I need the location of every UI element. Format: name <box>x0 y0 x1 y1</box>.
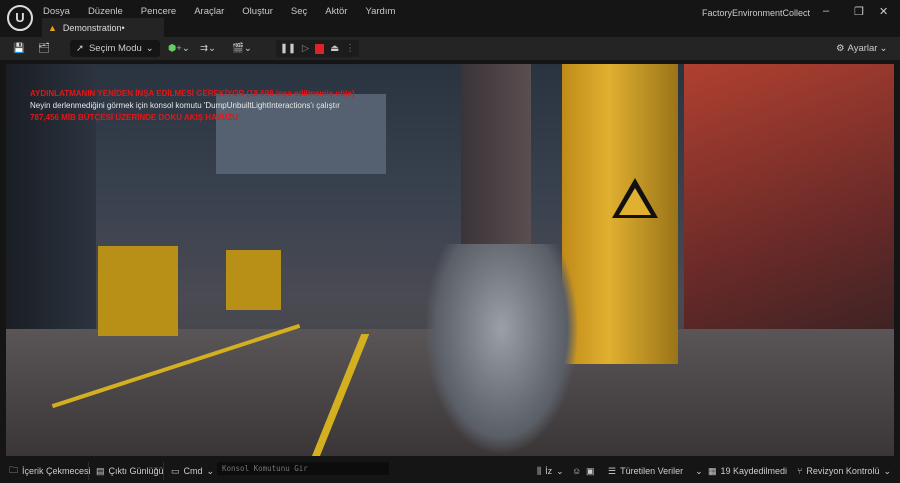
log-icon: ▤ <box>96 465 105 476</box>
tab-label: Demonstration• <box>62 22 125 33</box>
hazard-sign-icon <box>612 178 658 218</box>
pause-icon[interactable]: ❚❚ <box>280 43 296 54</box>
close-button[interactable]: ✕ <box>879 5 888 18</box>
cinematics-button[interactable]: 🎬 ⌄ <box>232 41 252 56</box>
settings-label: Ayarlar <box>847 43 878 54</box>
insights-icon[interactable]: ☺ <box>572 464 581 478</box>
content-drawer-button[interactable]: 🗀 İçerik Çekmecesi <box>9 464 91 478</box>
scene-machine <box>98 246 178 336</box>
menu-sec[interactable]: Seç <box>291 6 307 17</box>
lighting-hint: Neyin derlenmediğini görmek için konsol … <box>30 101 340 110</box>
settings-button[interactable]: ⚙ Ayarlar ⌄ <box>836 41 887 56</box>
add-actor-button[interactable]: ⬢+ ⌄ <box>168 41 190 56</box>
folder-icon: 🗀 <box>9 465 19 475</box>
title-bar: U Dosya Düzenle Pencere Araçlar Oluştur … <box>0 0 900 37</box>
level-viewport[interactable]: AYDINLATMANIN YENİDEN İNŞA EDİLMESİ GERE… <box>6 64 894 456</box>
menu-duzenle[interactable]: Düzenle <box>88 6 123 17</box>
scene-machine <box>226 250 281 310</box>
output-log-label: Çıktı Günlüğü <box>108 466 164 476</box>
output-log-button[interactable]: ▤ Çıktı Günlüğü <box>96 464 164 478</box>
chevron-down-icon: ⌄ <box>145 43 154 54</box>
cmd-dropdown[interactable]: ▭ Cmd ⌄ <box>171 464 214 478</box>
trace-dropdown[interactable]: ⫼ İz ⌄ <box>537 464 564 478</box>
cmd-label: Cmd <box>183 466 203 476</box>
content-drawer-label: İçerik Çekmecesi <box>22 466 91 476</box>
browse-icon[interactable]: 🗂 <box>38 41 50 56</box>
menu-olustur[interactable]: Oluştur <box>242 6 273 17</box>
chevron-down-icon: ⌄ <box>879 43 888 54</box>
step-icon[interactable]: ▷ <box>302 43 309 54</box>
minimize-button[interactable]: – <box>823 5 829 17</box>
play-controls: ❚❚ ▷ ⏏ ⋮ <box>276 40 359 57</box>
eject-icon[interactable]: ⏏ <box>330 43 339 54</box>
trace-icon: ⫼ <box>537 465 542 476</box>
save-icon[interactable]: 💾 <box>13 41 25 56</box>
maximize-button[interactable]: ❐ <box>854 5 864 18</box>
menu-dosya[interactable]: Dosya <box>43 6 70 17</box>
stop-icon[interactable] <box>315 43 325 54</box>
more-options-icon[interactable]: ⋮ <box>345 43 355 54</box>
scene-character <box>424 244 579 456</box>
revision-control-label: Revizyon Kontrolü <box>806 466 880 476</box>
add-actor-icon: ⬢+ <box>168 43 182 54</box>
menu-bar: Dosya Düzenle Pencere Araçlar Oluştur Se… <box>43 6 413 17</box>
chevron-down-icon: ⌄ <box>883 465 891 476</box>
selection-mode-dropdown[interactable]: ➚ Seçim Modu ⌄ <box>70 40 160 57</box>
cursor-icon: ➚ <box>76 43 84 54</box>
level-icon: ▲ <box>48 22 57 33</box>
terminal-icon: ▭ <box>171 465 180 476</box>
menu-aktor[interactable]: Aktör <box>325 6 347 17</box>
unsaved-label: 19 Kaydedilmedi <box>720 466 788 476</box>
console-command-input[interactable] <box>217 462 389 475</box>
level-tab[interactable]: ▲ Demonstration• <box>42 18 164 37</box>
blueprint-button[interactable]: ⇉ ⌄ <box>200 41 216 56</box>
texture-pool-warning: 787,456 MİB BÜTÇESİ ÜZERİNDE DOKU AKIŞ H… <box>30 113 239 122</box>
divider <box>88 462 89 480</box>
revision-control-button[interactable]: ⑂ Revizyon Kontrolü ⌄ <box>797 464 891 478</box>
main-toolbar: 💾 🗂 ➚ Seçim Modu ⌄ ⬢+ ⌄ ⇉ ⌄ 🎬 ⌄ ❚❚ ▷ ⏏ ⋮ ⚙ … <box>0 37 900 60</box>
menu-yardim[interactable]: Yardım <box>365 6 395 17</box>
screenshot-icon[interactable]: ▣ <box>586 464 595 478</box>
derived-data-button[interactable]: ☰ Türetilen Veriler ⌄ <box>608 464 703 478</box>
database-icon: ☰ <box>608 465 617 476</box>
unsaved-button[interactable]: ▦ 19 Kaydedilmedi <box>708 464 787 478</box>
scene-red-area <box>684 64 894 344</box>
chevron-down-icon: ⌄ <box>206 465 215 476</box>
menu-pencere[interactable]: Pencere <box>141 6 176 17</box>
chevron-down-icon: ⌄ <box>556 465 564 476</box>
menu-araclar[interactable]: Araçlar <box>194 6 224 17</box>
window-title: FactoryEnvironmentCollect <box>702 8 811 18</box>
divider <box>163 462 164 480</box>
selection-mode-label: Seçim Modu <box>88 43 142 54</box>
unsaved-icon: ▦ <box>708 465 717 476</box>
chevron-down-icon: ⌄ <box>695 465 703 476</box>
unreal-logo-icon[interactable]: U <box>7 5 33 31</box>
status-bar: 🗀 İçerik Çekmecesi ▤ Çıktı Günlüğü ▭ Cmd… <box>0 459 900 483</box>
branch-icon: ⑂ <box>797 466 803 476</box>
derived-data-label: Türetilen Veriler <box>620 466 684 476</box>
blueprint-icon: ⇉ <box>200 43 208 54</box>
trace-label: İz <box>545 466 553 476</box>
lighting-warning: AYDINLATMANIN YENİDEN İNŞA EDİLMESİ GERE… <box>30 89 355 98</box>
clapper-icon: 🎬 <box>232 43 244 54</box>
gear-icon: ⚙ <box>836 43 845 54</box>
